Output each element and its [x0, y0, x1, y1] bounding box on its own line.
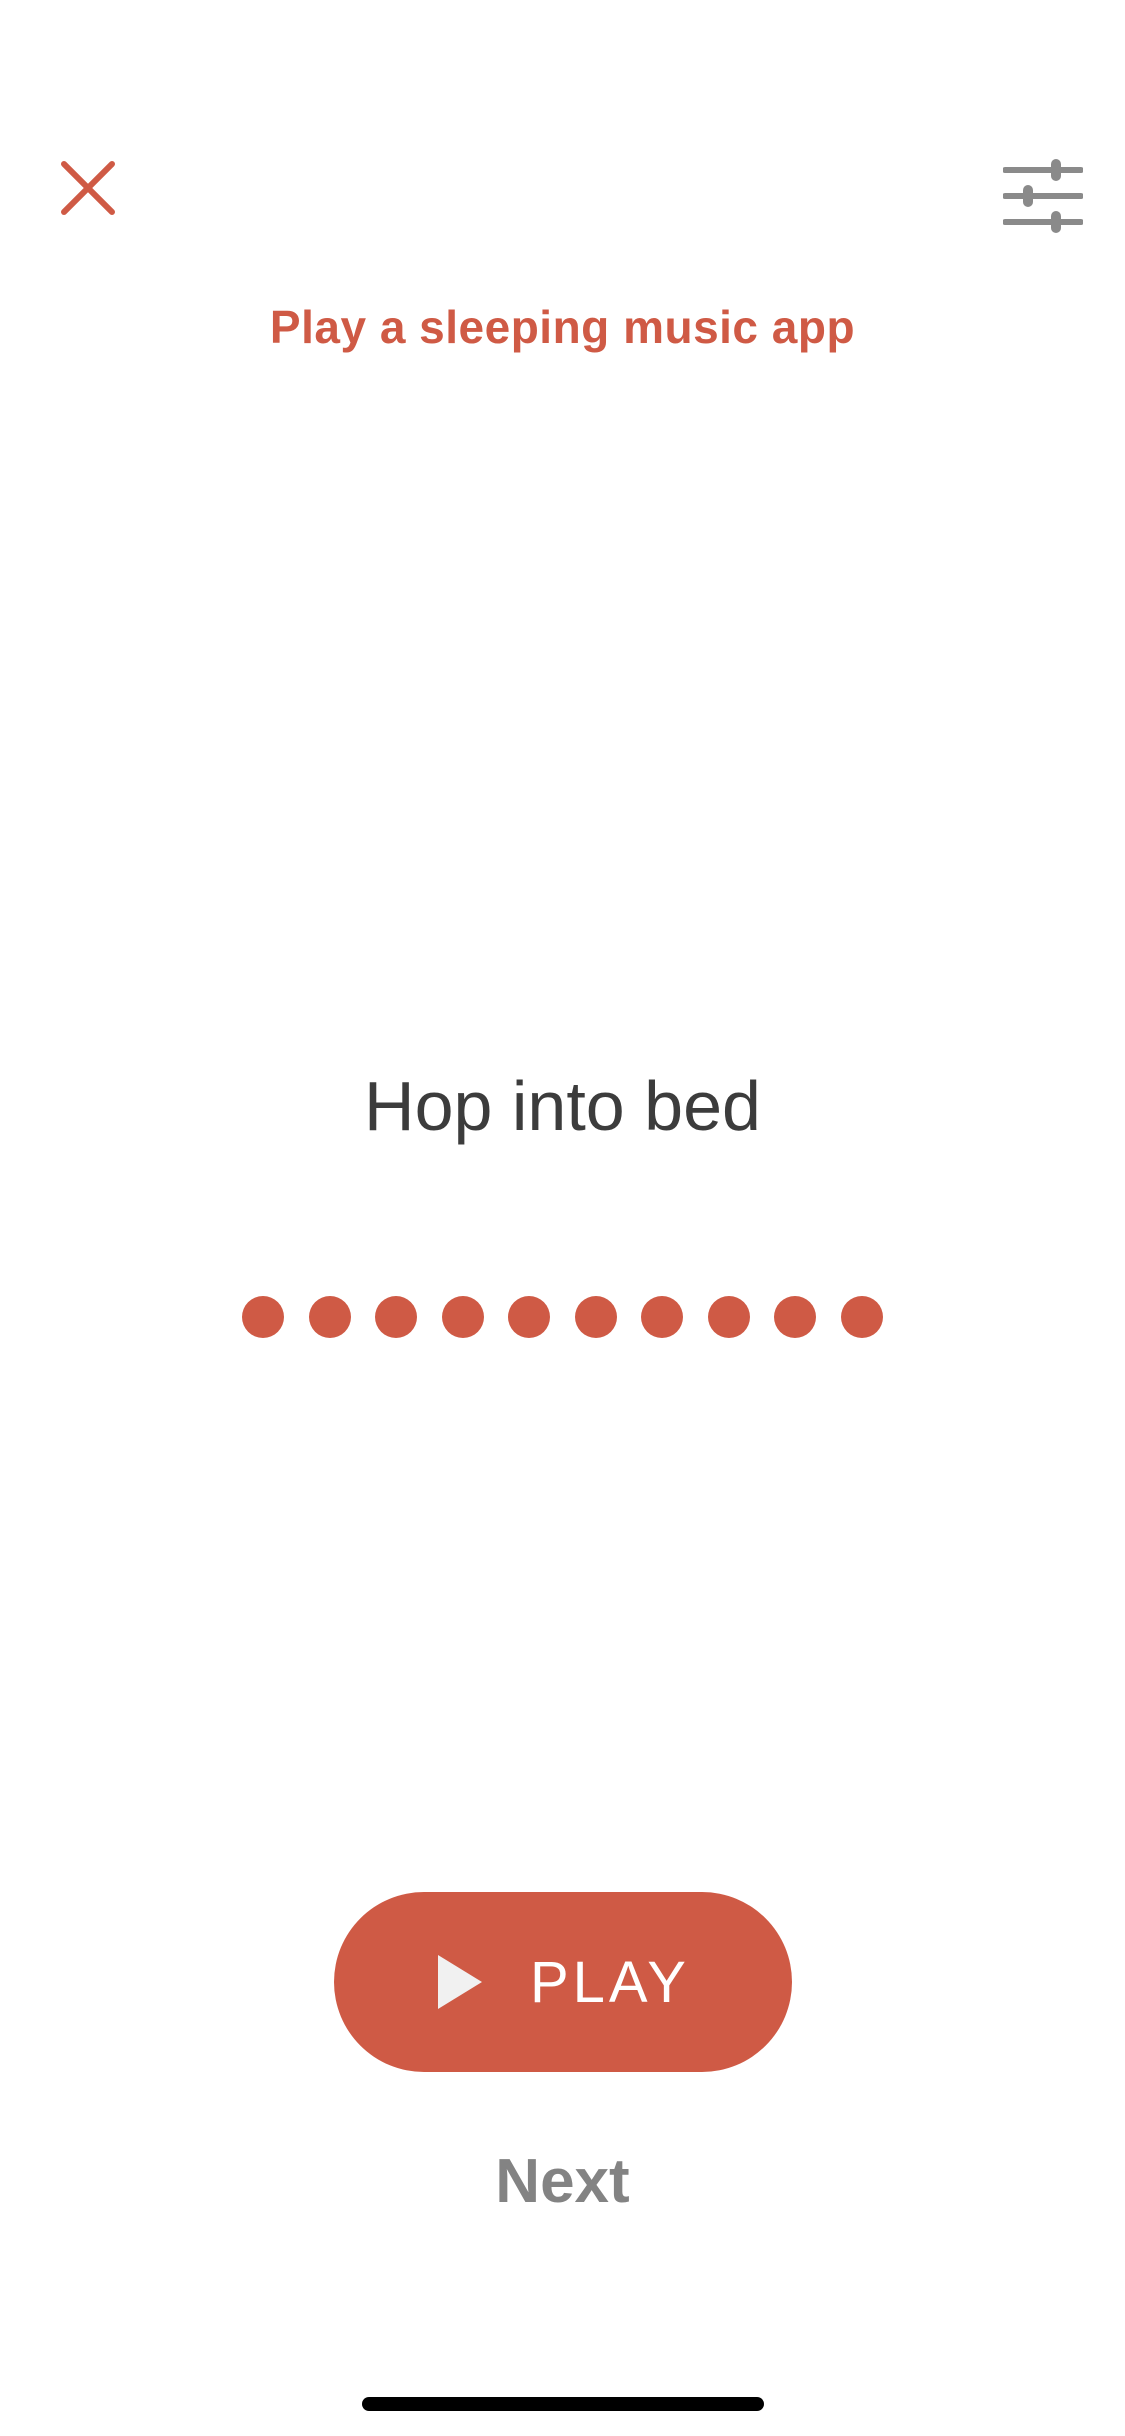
page-title: Play a sleeping music app	[269, 301, 856, 353]
progress-dot	[774, 1296, 817, 1338]
play-button[interactable]: PLAY	[334, 1892, 792, 2072]
progress-dot	[641, 1296, 684, 1338]
progress-dot	[308, 1296, 351, 1338]
progress-dot	[508, 1296, 551, 1338]
progress-dot	[707, 1296, 750, 1338]
step-instruction: Hop into bed	[364, 1067, 761, 1145]
close-icon	[60, 160, 116, 221]
progress-dot	[840, 1296, 883, 1338]
sliders-icon	[1002, 158, 1084, 239]
progress-dots	[0, 1296, 1125, 1338]
progress-dot	[441, 1296, 484, 1338]
progress-dot	[375, 1296, 418, 1338]
progress-dot	[574, 1296, 617, 1338]
next-button[interactable]: Next	[0, 2146, 1125, 2217]
play-icon	[436, 1953, 484, 2011]
home-indicator	[362, 2397, 764, 2411]
play-button-label: PLAY	[529, 1949, 690, 2015]
progress-dot	[242, 1296, 285, 1338]
close-button[interactable]	[48, 150, 128, 230]
settings-button[interactable]	[995, 150, 1091, 246]
